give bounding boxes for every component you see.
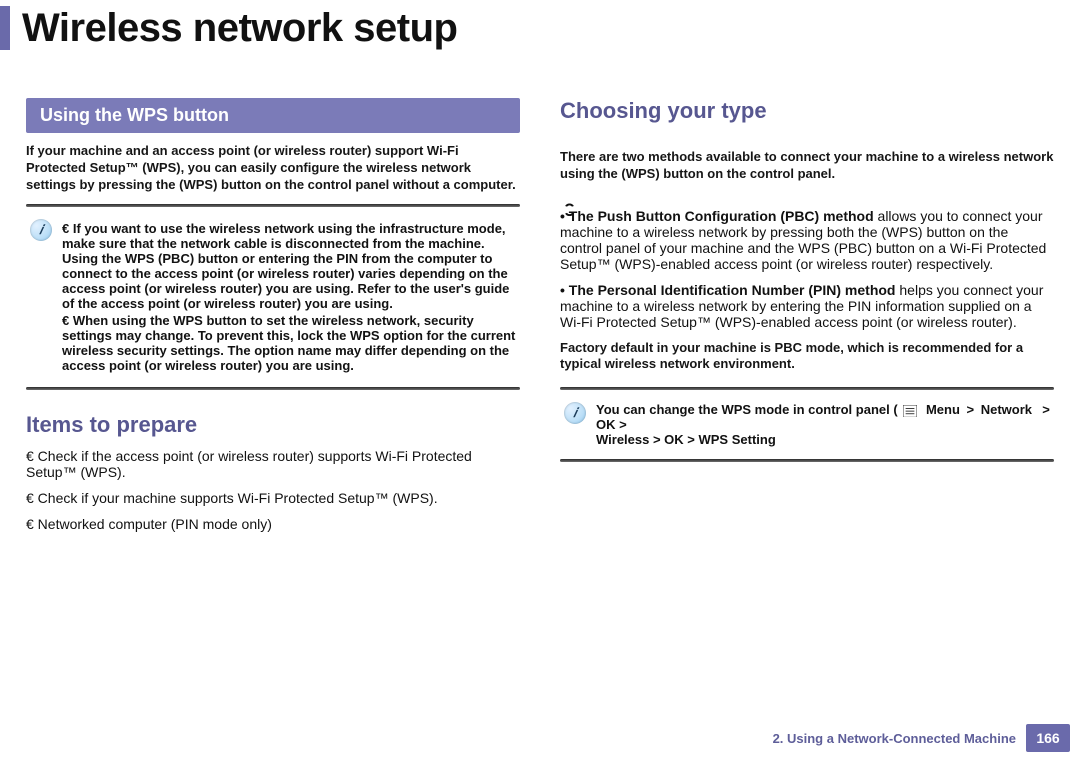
footer-chapter: 2. Using a Network-Connected Machine [773,731,1026,746]
item-text: € Check if the access point (or wireless… [26,448,520,480]
footer-page-number: 166 [1026,724,1070,752]
pin-block: • The Personal Identification Number (PI… [560,282,1054,330]
choosing-intro-span: There are two methods available to conne… [560,149,1053,181]
pbc-block: • The Push Button Configuration (PBC) me… [560,208,1054,272]
note-bottom-separator [26,387,520,390]
note-body: € If you want to use the wireless networ… [62,219,516,375]
note2-body: You can change the WPS mode in control p… [596,402,1050,447]
pin-lead: • The Personal Identification Number (PI… [560,282,896,298]
item-text: € Networked computer (PIN mode only) [26,516,272,532]
note2-prefix: You can change the WPS mode in control p… [596,402,898,417]
note-block-2: 𝑖 You can change the WPS mode in control… [560,396,1054,453]
page-footer: 2. Using a Network-Connected Machine 166 [0,723,1080,753]
note2-bottom-separator [560,459,1054,462]
title-bar: Wireless network setup [0,0,457,56]
menu-label: Menu [926,402,960,417]
choosing-intro-text: There are two methods available to conne… [560,132,1054,200]
network-label: Network [981,402,1032,417]
pbc-lead: • The Push Button Configuration (PBC) me… [560,208,874,224]
section-using-wps: Using the WPS button [26,98,520,133]
document-page: Wireless network setup Using the WPS but… [0,0,1080,763]
menu-icon [903,405,917,417]
wps-intro-text: If your machine and an access point (or … [26,143,520,194]
prepare-item-3: € Networked computer (PIN mode only) [26,516,520,532]
note-text: € When using the WPS button to set the w… [62,313,516,373]
note1-bullet-1: € If you want to use the wireless networ… [62,221,516,311]
prepare-item-2: € Check if your machine supports Wi-Fi P… [26,490,520,506]
note2-top-separator [560,387,1054,390]
note-top-separator [26,204,520,207]
two-column-layout: Using the WPS button If your machine and… [26,98,1054,707]
choosing-type-heading: Choosing your type [560,98,1054,124]
wps-icon [562,184,577,199]
page-title: Wireless network setup [22,6,457,51]
note1-bullet-2: € When using the WPS button to set the w… [62,313,516,373]
prepare-item-1: € Check if the access point (or wireless… [26,448,520,480]
title-accent [0,6,10,50]
items-to-prepare-heading: Items to prepare [26,412,520,438]
note-block-1: 𝑖 € If you want to use the wireless netw… [26,213,520,381]
info-icon: 𝑖 [30,219,52,241]
default-mode-note: Factory default in your machine is PBC m… [560,340,1054,374]
note-text: € If you want to use the wireless networ… [62,221,516,311]
right-column: Choosing your type There are two methods… [560,98,1054,707]
wireless-wps-path: Wireless > OK > WPS Setting [596,432,776,447]
left-column: Using the WPS button If your machine and… [26,98,520,707]
item-text: € Check if your machine supports Wi-Fi P… [26,490,438,506]
info-icon: 𝑖 [564,402,586,424]
